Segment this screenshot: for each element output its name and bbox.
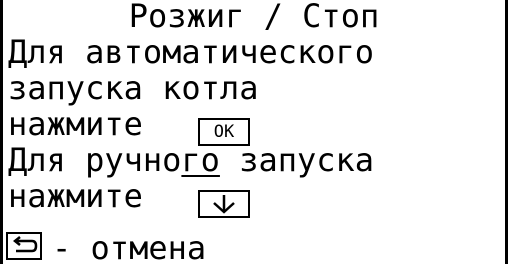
auto-start-press-text: нажмите (8, 105, 143, 143)
manual-start-text-c: запуска (219, 141, 375, 179)
manual-start-text-b: го (181, 141, 220, 179)
down-arrow-icon[interactable] (198, 190, 250, 218)
down-arrow-glyph (213, 195, 235, 214)
auto-start-line-1: Для автоматического (8, 33, 375, 71)
manual-start-press-text: нажмите (8, 177, 143, 215)
back-arrow-icon[interactable] (6, 232, 42, 260)
auto-start-line-2: запуска котла (8, 69, 259, 107)
cancel-text: - отмена (52, 229, 207, 264)
back-arrow-glyph (12, 236, 38, 253)
screen-title: Розжиг / Стоп (128, 0, 380, 35)
boiler-display: Розжиг / Стоп Для автоматического запуск… (0, 0, 517, 264)
manual-start-text-a: Для ручно (8, 141, 182, 179)
manual-start-line-1: Для ручного запуска (8, 140, 374, 180)
